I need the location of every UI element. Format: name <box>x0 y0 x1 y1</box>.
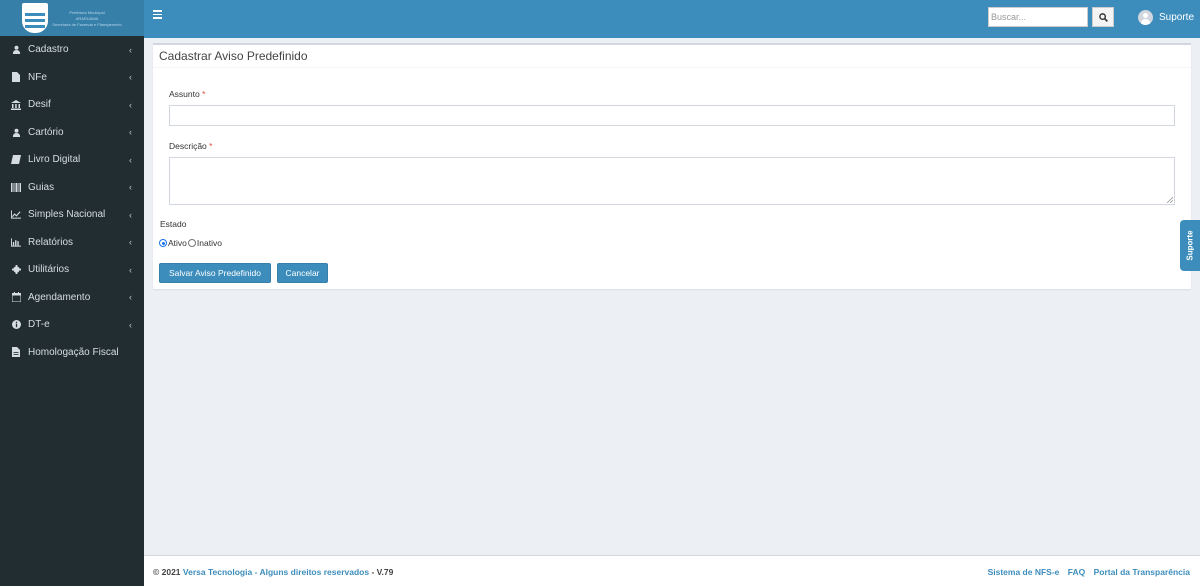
descricao-textarea[interactable] <box>169 157 1175 205</box>
bar-chart-icon <box>11 237 21 247</box>
chevron-left-icon: ‹ <box>129 209 132 220</box>
calendar-icon <box>11 292 21 303</box>
search-icon <box>1098 12 1108 22</box>
sidebar-item-cartorio[interactable]: Cartório ‹ <box>0 119 144 147</box>
sidebar-item-label: Cartório <box>28 126 64 138</box>
sidebar-item-label: Homologação Fiscal <box>28 346 119 358</box>
sidebar-item-label: Utilitários <box>28 264 70 276</box>
chevron-left-icon: ‹ <box>129 182 132 193</box>
rights-link[interactable]: Alguns direitos reservados <box>259 567 369 577</box>
cancel-button[interactable]: Cancelar <box>277 263 328 283</box>
user-menu[interactable]: Suporte <box>1138 7 1194 27</box>
nfse-link[interactable]: Sistema de NFS-e <box>988 567 1060 577</box>
assunto-label: Assunto * <box>169 89 205 99</box>
chevron-left-icon: ‹ <box>129 154 132 165</box>
estado-radio-group: Ativo Inativo <box>159 238 222 248</box>
radio-ativo-label[interactable]: Ativo <box>168 238 187 248</box>
document-icon <box>11 347 21 358</box>
support-tab-label: Suporte <box>1185 230 1195 261</box>
barcode-icon <box>11 182 21 192</box>
box-divider <box>153 67 1191 68</box>
avatar <box>1138 9 1153 25</box>
gear-icon <box>11 265 21 275</box>
estado-label: Estado <box>160 219 187 229</box>
line-chart-icon <box>11 210 21 220</box>
user-icon <box>11 45 21 55</box>
radio-inativo-label[interactable]: Inativo <box>197 238 222 248</box>
company-link[interactable]: Versa Tecnologia <box>183 567 252 577</box>
chevron-left-icon: ‹ <box>129 264 132 275</box>
footer-separator: - <box>371 567 375 577</box>
support-tab[interactable]: Suporte <box>1180 220 1200 271</box>
chevron-left-icon: ‹ <box>129 44 132 55</box>
sidebar-item-utilitarios[interactable]: Utilitários ‹ <box>0 256 144 284</box>
sidebar-item-label: NFe <box>28 71 47 83</box>
user-name: Suporte <box>1159 11 1195 23</box>
sidebar-item-nfe[interactable]: NFe ‹ <box>0 64 144 92</box>
transparency-portal-link[interactable]: Portal da Transparência <box>1094 567 1190 577</box>
sidebar-item-label: Cadastro <box>28 44 69 56</box>
footer-separator: - <box>254 567 258 577</box>
sidebar-item-cadastro[interactable]: Cadastro ‹ <box>0 36 144 64</box>
sidebar-item-simples-nacional[interactable]: Simples Nacional ‹ <box>0 201 144 229</box>
sidebar-item-label: Guias <box>28 181 55 193</box>
chevron-left-icon: ‹ <box>129 319 132 330</box>
user-icon <box>11 127 21 137</box>
logo-line-2: ARARUAMA <box>75 15 99 21</box>
sidebar-item-desif[interactable]: Desif ‹ <box>0 91 144 119</box>
sidebar-toggle-icon[interactable] <box>153 10 162 19</box>
sidebar-item-label: Desif <box>28 99 51 111</box>
chevron-left-icon: ‹ <box>129 237 132 248</box>
aviso-form-box: Cadastrar Aviso Predefinido Assunto * De… <box>153 43 1191 289</box>
info-icon <box>11 320 21 330</box>
chevron-left-icon: ‹ <box>129 72 132 83</box>
footer-links: Sistema de NFS-e FAQ Portal da Transparê… <box>982 567 1190 577</box>
logo-line-3: Secretaria de Fazenda e Planejamento <box>52 21 122 27</box>
radio-ativo[interactable] <box>159 239 167 247</box>
logo-line-1: Prefeitura Municipal <box>69 9 105 15</box>
sidebar-item-label: Simples Nacional <box>28 209 106 221</box>
version-label: V.79 <box>376 567 394 577</box>
required-mark: * <box>209 141 213 151</box>
sidebar-item-label: DT-e <box>28 319 50 331</box>
chevron-left-icon: ‹ <box>129 99 132 110</box>
sidebar-item-guias[interactable]: Guias ‹ <box>0 174 144 202</box>
faq-link[interactable]: FAQ <box>1068 567 1085 577</box>
radio-inativo[interactable] <box>187 239 196 247</box>
assunto-input[interactable] <box>169 105 1175 126</box>
chevron-left-icon: ‹ <box>129 292 132 303</box>
copyright-text: © 2021 <box>153 567 181 577</box>
file-icon <box>11 72 21 83</box>
descricao-label-text: Descrição <box>169 141 207 151</box>
logo-text: Prefeitura Municipal ARARUAMA Secretaria… <box>52 10 121 27</box>
sidebar-item-relatorios[interactable]: Relatórios ‹ <box>0 229 144 257</box>
footer-copyright: © 2021 Versa Tecnologia - Alguns direito… <box>153 567 393 577</box>
footer: © 2021 Versa Tecnologia - Alguns direito… <box>144 555 1200 586</box>
top-navbar: Suporte <box>144 0 1200 38</box>
page-title: Cadastrar Aviso Predefinido <box>159 49 308 63</box>
search-input[interactable] <box>988 7 1088 27</box>
assunto-label-text: Assunto <box>169 89 200 99</box>
sidebar-menu: Cadastro ‹ NFe ‹ Desif ‹ Cartório ‹ Livr… <box>0 36 144 366</box>
chevron-left-icon: ‹ <box>129 127 132 138</box>
sidebar-item-label: Relatórios <box>28 236 74 248</box>
sidebar-item-label: Agendamento <box>28 291 91 303</box>
sidebar-item-livro-digital[interactable]: Livro Digital ‹ <box>0 146 144 174</box>
save-button[interactable]: Salvar Aviso Predefinido <box>159 263 271 283</box>
descricao-label: Descrição * <box>169 141 212 151</box>
required-mark: * <box>202 89 206 99</box>
sidebar-item-homologacao-fiscal[interactable]: Homologação Fiscal <box>0 339 144 367</box>
municipal-crest-icon <box>22 3 49 33</box>
sidebar: Prefeitura Municipal ARARUAMA Secretaria… <box>0 0 144 586</box>
sidebar-item-agendamento[interactable]: Agendamento ‹ <box>0 284 144 312</box>
sidebar-item-label: Livro Digital <box>28 154 81 166</box>
sidebar-item-dt-e[interactable]: DT-e ‹ <box>0 311 144 339</box>
resize-handle-icon[interactable] <box>1166 196 1173 203</box>
logo[interactable]: Prefeitura Municipal ARARUAMA Secretaria… <box>0 0 144 36</box>
bank-icon <box>11 99 21 110</box>
search-button[interactable] <box>1092 7 1114 27</box>
book-icon <box>11 155 21 165</box>
